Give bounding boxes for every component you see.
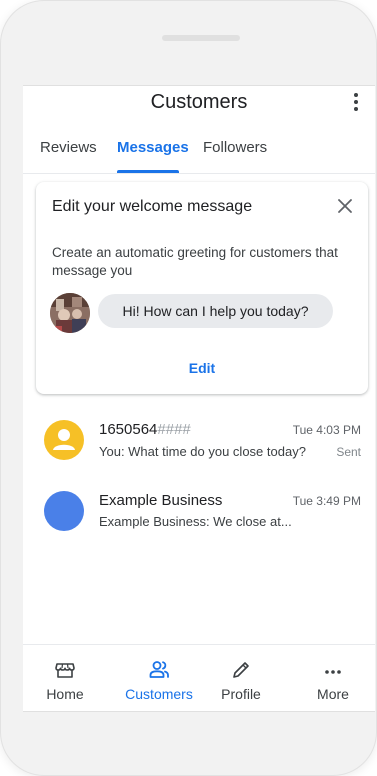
nav-label: More — [317, 686, 349, 702]
close-icon[interactable] — [336, 197, 354, 215]
phone-speaker — [162, 35, 240, 41]
app-screen: Customers Reviews Messages Followers Edi… — [23, 85, 375, 712]
app-bar: Customers — [23, 86, 375, 138]
conversation-name-masked: #### — [157, 421, 191, 438]
nav-home[interactable]: Home — [25, 645, 105, 711]
conversation-item[interactable]: 1650564#### You: What time do you close … — [23, 408, 375, 468]
conversation-snippet: Example Business: We close at... — [99, 514, 292, 529]
business-avatar — [50, 293, 90, 333]
overflow-menu-icon[interactable] — [353, 92, 359, 112]
more-horizontal-icon — [322, 659, 344, 681]
card-description: Create an automatic greeting for custome… — [52, 245, 338, 278]
business-avatar-icon — [44, 491, 84, 531]
conversation-name: Example Business — [99, 492, 223, 509]
nav-profile[interactable]: Profile — [201, 645, 281, 711]
page-title: Customers — [150, 91, 248, 113]
tab-messages[interactable]: Messages — [117, 138, 189, 158]
phone-frame: Customers Reviews Messages Followers Edi… — [0, 0, 377, 776]
conversation-name-number: 1650564 — [99, 421, 158, 438]
customers-icon — [148, 659, 170, 681]
storefront-icon — [54, 659, 76, 681]
tab-reviews[interactable]: Reviews — [40, 138, 97, 158]
edit-button[interactable]: Edit — [36, 360, 368, 376]
conversation-time: Tue 4:03 PM — [292, 423, 361, 437]
conversation-time: Tue 3:49 PM — [292, 494, 361, 508]
welcome-message-card: Edit your welcome message Create an auto… — [36, 182, 368, 394]
bottom-navigation: Home Customers Profile More — [23, 644, 375, 711]
greeting-bubble: Hi! How can I help you today? — [98, 294, 333, 328]
person-avatar-icon — [44, 420, 84, 460]
conversation-item[interactable]: Example Business Example Business: We cl… — [23, 479, 375, 539]
nav-customers[interactable]: Customers — [119, 645, 199, 711]
conversation-snippet: You: What time do you close today? — [99, 444, 306, 459]
card-title: Edit your welcome message — [52, 198, 253, 215]
tab-followers[interactable]: Followers — [203, 138, 267, 158]
nav-label: Home — [46, 686, 84, 702]
pencil-icon — [230, 659, 252, 681]
active-tab-indicator — [117, 170, 179, 173]
conversation-name: 1650564#### — [99, 420, 191, 440]
nav-more[interactable]: More — [293, 645, 373, 711]
tab-bar: Reviews Messages Followers — [23, 138, 375, 174]
conversation-status: Sent — [336, 445, 361, 459]
nav-label: Profile — [221, 686, 261, 702]
nav-label: Customers — [125, 686, 193, 702]
